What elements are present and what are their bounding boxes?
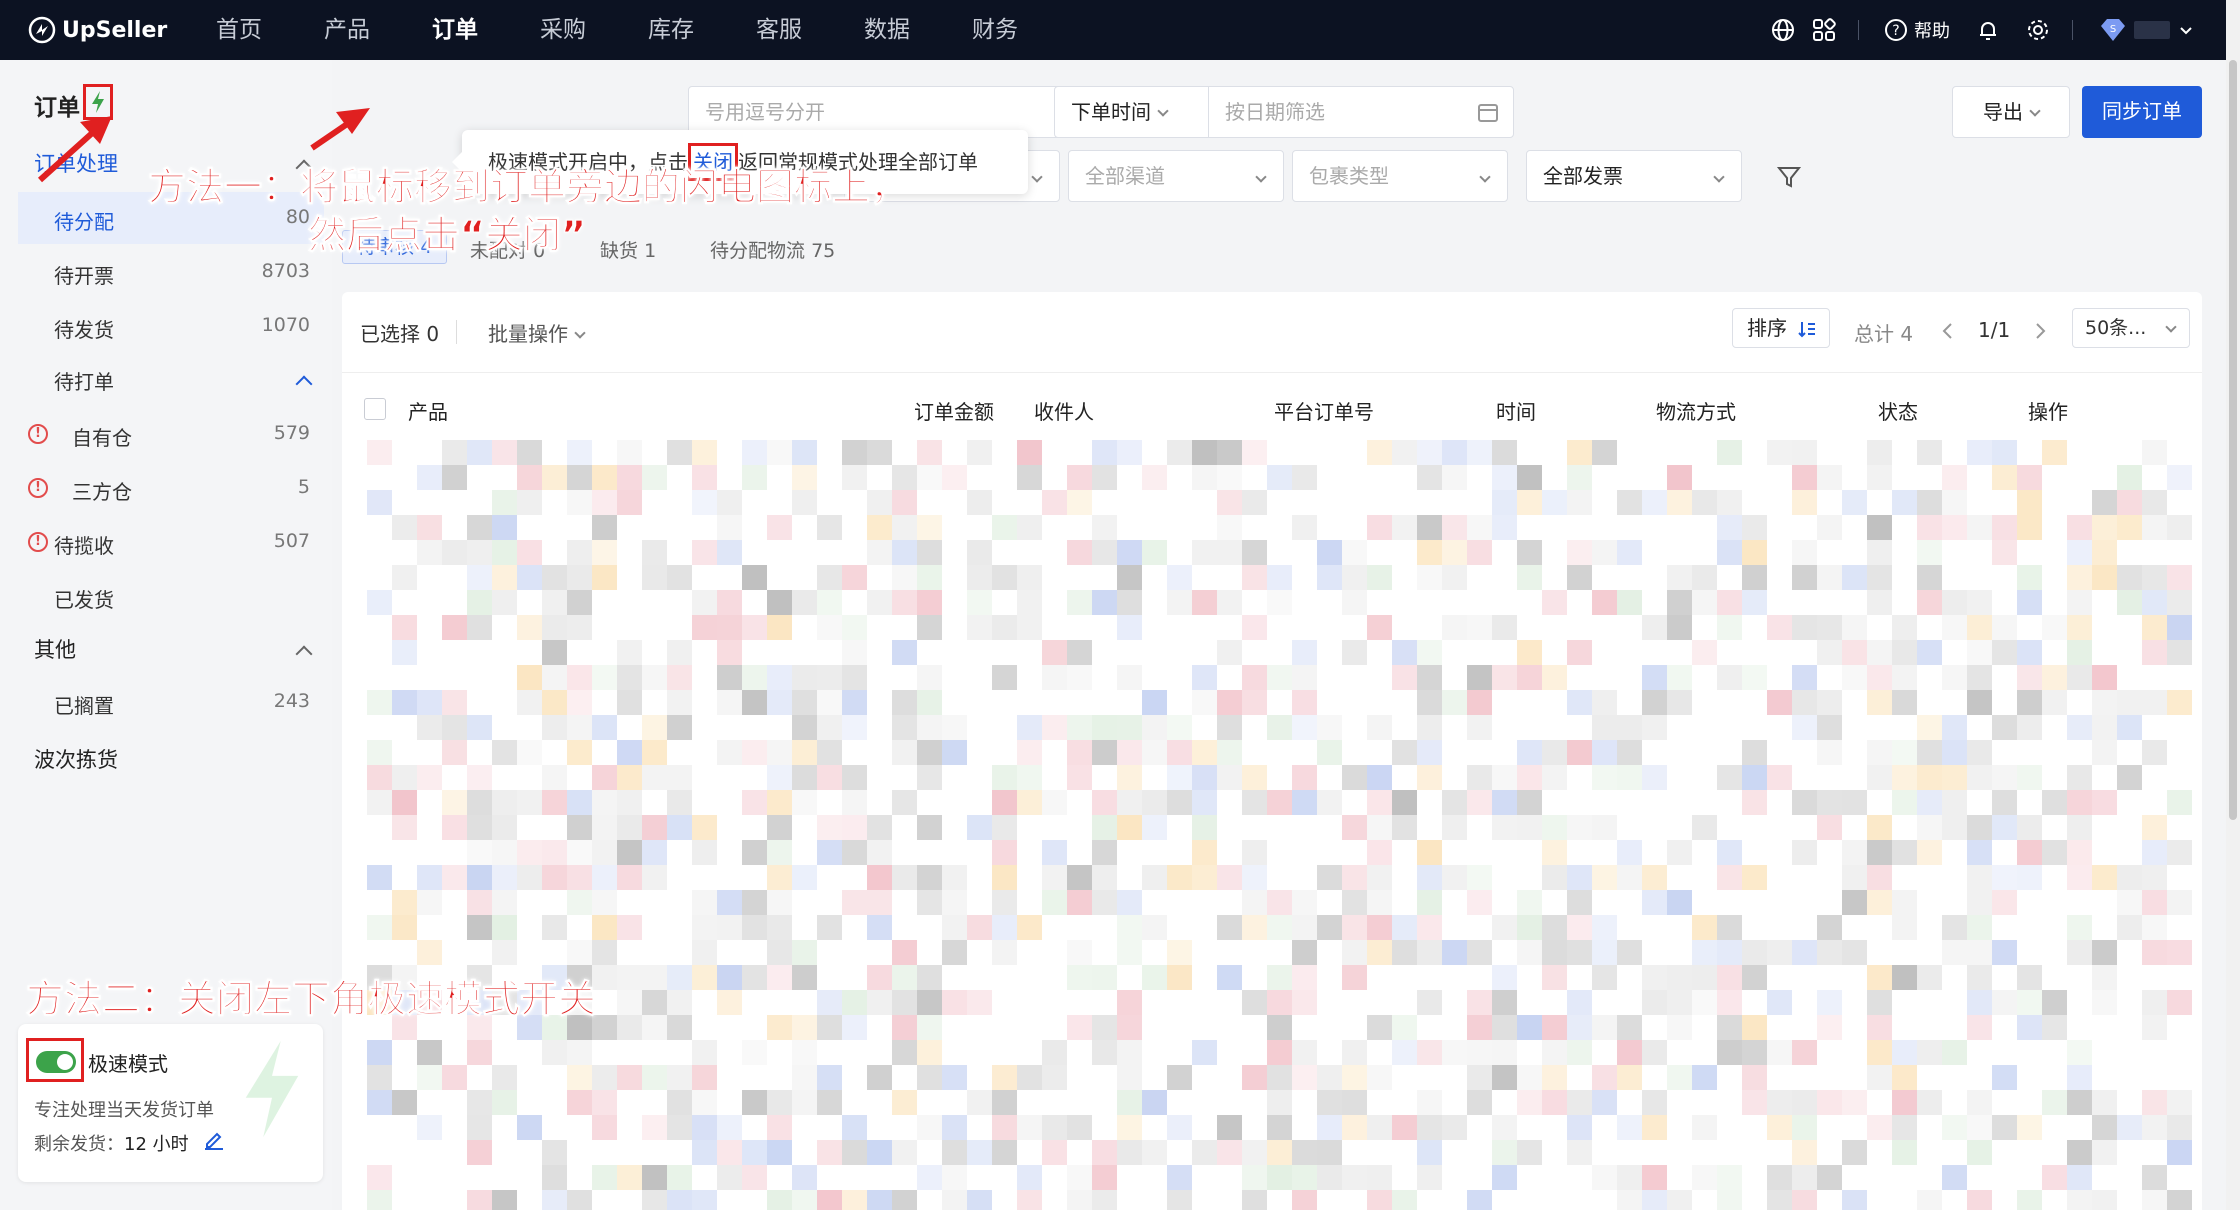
arrow-to-flash-icon (37, 116, 112, 183)
arrow-to-close-link (310, 108, 370, 151)
annotation-method-1-line-1: 方法一：将鼠标移到订单旁边的闪电图标上， (147, 165, 909, 210)
annotation-method-2: 方法二：关闭左下角极速模式开关 (25, 977, 597, 1022)
annotation-method-1-line-2: 然后点击“关闭” (308, 213, 587, 258)
scrollbar-thumb[interactable] (2229, 60, 2237, 820)
